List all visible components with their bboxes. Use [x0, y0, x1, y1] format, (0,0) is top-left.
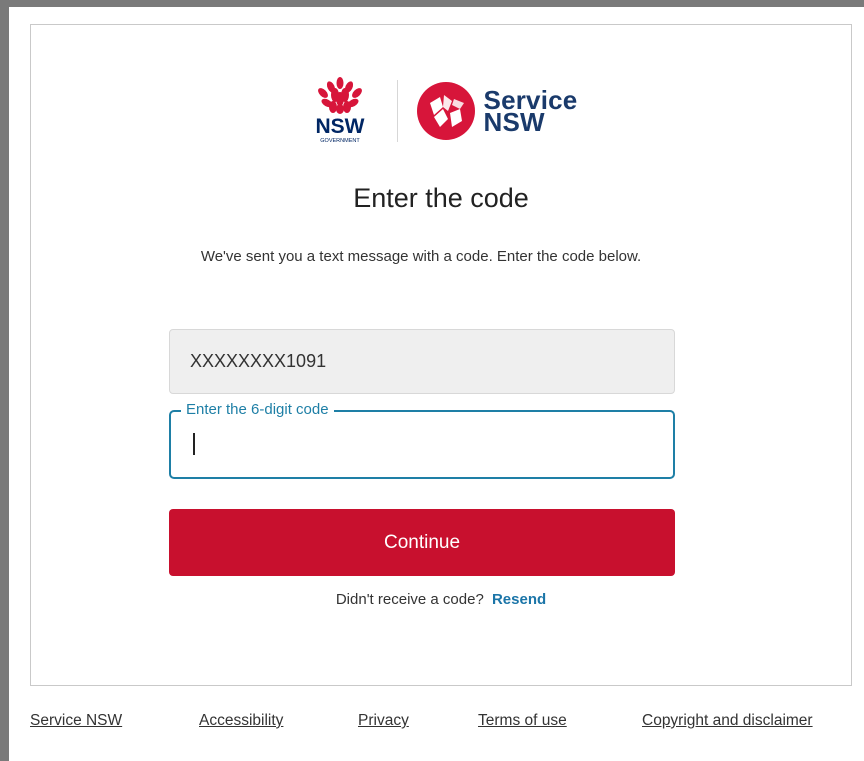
service-nsw-emblem-icon: [416, 82, 475, 140]
footer-link-terms-of-use[interactable]: Terms of use: [478, 712, 567, 730]
code-input[interactable]: [187, 432, 651, 460]
logo-bar: NSW GOVERNMENT Service NSW: [31, 77, 851, 145]
footer-link-copyright[interactable]: Copyright and disclaimer: [642, 712, 813, 730]
continue-button[interactable]: Continue: [169, 509, 675, 576]
masked-phone-value: XXXXXXXX1091: [190, 351, 327, 371]
service-nsw-logo: Service NSW: [416, 77, 578, 145]
code-field-label: Enter the 6-digit code: [181, 401, 334, 419]
resend-link[interactable]: Resend: [492, 591, 546, 608]
window-frame-left: [0, 0, 9, 761]
nsw-government-logo: NSW GOVERNMENT: [305, 77, 375, 145]
resend-prompt: Didn't receive a code?: [335, 591, 484, 608]
service-wordmark-line2: NSW: [483, 107, 545, 137]
footer-links: Service NSW Accessibility Privacy Terms …: [30, 712, 860, 732]
instruction-text: We've sent you a text message with a cod…: [200, 248, 642, 265]
footer-link-service-nsw[interactable]: Service NSW: [30, 712, 122, 730]
waratah-icon: NSW GOVERNMENT: [315, 77, 364, 144]
footer-link-privacy[interactable]: Privacy: [358, 712, 409, 730]
code-verification-card: NSW GOVERNMENT Service NSW Enter the cod…: [30, 24, 852, 686]
page-title: Enter the code: [353, 183, 529, 213]
text-cursor: [193, 433, 195, 455]
government-wordmark: GOVERNMENT: [320, 138, 360, 144]
nsw-wordmark: NSW: [315, 115, 364, 138]
masked-phone-number: XXXXXXXX1091: [169, 329, 675, 394]
resend-row: Didn't receive a code? Resend: [31, 591, 851, 608]
service-nsw-wordmark: Service NSW: [483, 87, 578, 137]
code-field[interactable]: Enter the 6-digit code: [169, 401, 675, 479]
window-frame-top: [0, 0, 864, 7]
logo-divider: [396, 80, 398, 142]
footer-link-accessibility[interactable]: Accessibility: [199, 712, 283, 730]
